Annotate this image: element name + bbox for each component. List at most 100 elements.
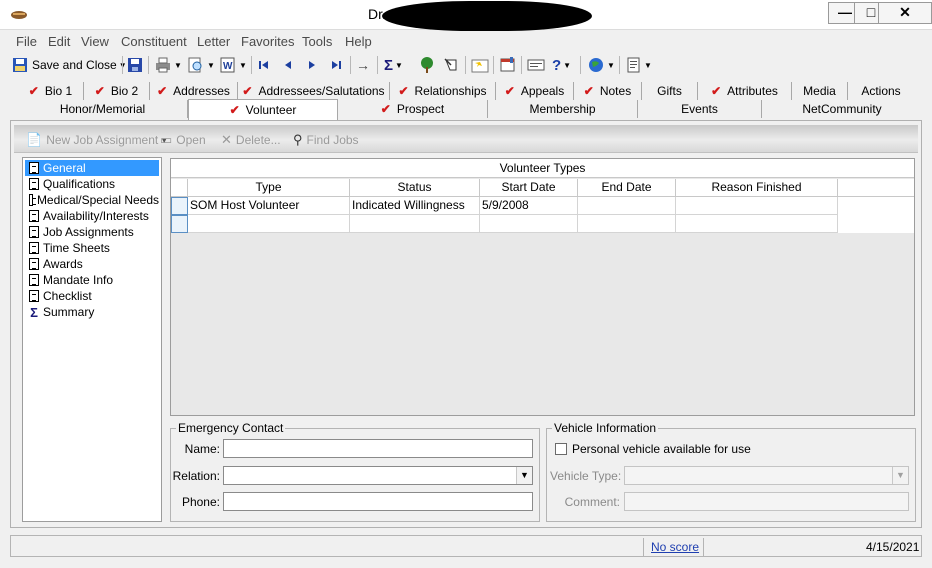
query-button[interactable]	[443, 55, 461, 75]
tab-bio-2[interactable]: ✔ Bio 2	[84, 82, 150, 100]
column-header-status[interactable]: Status	[350, 179, 480, 197]
summary-button[interactable]: Σ ▼	[384, 55, 403, 75]
tab-bio-1[interactable]: ✔ Bio 1	[18, 82, 84, 100]
title-bar: Dr... and Kati... — □ ✕	[0, 0, 932, 31]
tab-events[interactable]: Events	[638, 100, 762, 118]
nav-item-medical-special-needs[interactable]: Medical/Special Needs	[25, 192, 159, 208]
table-cell[interactable]	[578, 215, 676, 233]
card-button[interactable]	[527, 55, 545, 75]
row-selector[interactable]	[171, 215, 188, 233]
card-icon	[527, 59, 545, 71]
chevron-down-icon: ▼	[644, 60, 652, 70]
emergency-name-field[interactable]	[223, 439, 533, 458]
vehicle-comment-field[interactable]	[624, 492, 909, 511]
personal-vehicle-checkbox[interactable]	[555, 443, 567, 455]
save-button[interactable]	[127, 55, 143, 75]
tab-volunteer[interactable]: ✔ Volunteer	[188, 99, 338, 120]
tab-membership[interactable]: Membership	[488, 100, 638, 118]
tab-notes[interactable]: ✔ Notes	[574, 82, 642, 100]
tree-button[interactable]	[418, 55, 436, 75]
column-header-reason-finished[interactable]: Reason Finished	[676, 179, 838, 197]
emergency-relation-select[interactable]: ▼	[223, 466, 533, 485]
tab-relationships[interactable]: ✔ Relationships	[390, 82, 496, 100]
column-header-start-date[interactable]: Start Date	[480, 179, 578, 197]
row-selector[interactable]	[171, 197, 188, 215]
goto-button[interactable]: →	[356, 55, 370, 75]
open-button[interactable]: ▭ Open	[160, 132, 206, 148]
nav-item-awards[interactable]: Awards	[25, 256, 159, 272]
folder-button[interactable]	[471, 55, 489, 75]
score-link[interactable]: No score	[651, 540, 699, 554]
save-and-close-button[interactable]: Save and Close ▼	[12, 55, 127, 75]
menu-edit[interactable]: Edit	[48, 34, 70, 49]
open-icon: ▭	[160, 132, 173, 147]
close-button[interactable]: ✕	[878, 2, 932, 24]
menu-help[interactable]: Help	[345, 34, 372, 49]
app-icon	[11, 11, 27, 19]
table-cell[interactable]: Indicated Willingness	[350, 197, 480, 215]
nav-item-summary[interactable]: Σ Summary	[25, 304, 159, 320]
record-tabs: ✔ Bio 1 ✔ Bio 2 ✔ Addresses ✔ Addressees/Sal…	[10, 80, 922, 120]
tab-appeals[interactable]: ✔ Appeals	[496, 82, 574, 100]
help-button[interactable]: ? ▼	[552, 55, 571, 75]
word-button[interactable]: W ▼	[219, 55, 247, 75]
find-jobs-button[interactable]: ⚲ Find Jobs	[293, 132, 359, 148]
print-preview-button[interactable]: ▼	[187, 55, 215, 75]
tab-media[interactable]: Media	[792, 82, 848, 100]
check-icon: ✔	[94, 84, 105, 98]
previous-record-button[interactable]	[281, 55, 295, 75]
nav-item-job-assignments[interactable]: Job Assignments	[25, 224, 159, 240]
menu-tools[interactable]: Tools	[302, 34, 332, 49]
next-record-icon	[309, 61, 315, 69]
column-header-type[interactable]: Type	[188, 179, 350, 197]
goto-icon: →	[356, 57, 370, 73]
column-header-end-date[interactable]: End Date	[578, 179, 676, 197]
vehicle-type-select[interactable]: ▼	[624, 466, 909, 485]
nav-item-qualifications[interactable]: Qualifications	[25, 176, 159, 192]
menu-file[interactable]: File	[16, 34, 37, 49]
table-cell[interactable]	[350, 215, 480, 233]
menu-favorites[interactable]: Favorites	[241, 34, 294, 49]
nav-item-checklist[interactable]: Checklist	[25, 288, 159, 304]
nav-item-availability-interests[interactable]: Availability/Interests	[25, 208, 159, 224]
nav-item-time-sheets[interactable]: Time Sheets	[25, 240, 159, 256]
tab-addressees-salutations[interactable]: ✔ Addressees/Salutations	[238, 82, 390, 100]
globe-button[interactable]: ▼	[587, 55, 615, 75]
tab-attributes[interactable]: ✔ Attributes	[698, 82, 792, 100]
chevron-down-icon[interactable]: ▼	[516, 467, 532, 484]
emergency-phone-field[interactable]	[223, 492, 533, 511]
chevron-down-icon[interactable]: ▼	[892, 467, 908, 484]
tab-addresses[interactable]: ✔ Addresses	[150, 82, 238, 100]
table-cell[interactable]	[676, 197, 838, 215]
table-cell[interactable]	[578, 197, 676, 215]
tab-gifts[interactable]: Gifts	[642, 82, 698, 100]
table-cell[interactable]: SOM Host Volunteer	[188, 197, 350, 215]
volunteer-toolbar: 📄 New Job Assignment ▼ ▭ Open ✕ Delete..…	[14, 125, 918, 153]
last-record-button[interactable]	[329, 55, 343, 75]
nav-item-mandate-info[interactable]: Mandate Info	[25, 272, 159, 288]
new-job-assignment-button[interactable]: 📄 New Job Assignment ▼	[26, 132, 168, 148]
svg-text:W: W	[223, 61, 233, 72]
globe-icon	[589, 58, 603, 72]
menu-constituent[interactable]: Constituent	[121, 34, 187, 49]
table-cell[interactable]	[676, 215, 838, 233]
tab-netcommunity[interactable]: NetCommunity	[762, 100, 922, 118]
table-cell[interactable]	[480, 215, 578, 233]
document-icon	[29, 226, 39, 238]
print-button[interactable]: ▼	[154, 55, 182, 75]
table-cell[interactable]	[188, 215, 350, 233]
notepad-button[interactable]	[499, 55, 517, 75]
status-bar: No score 4/15/2021	[10, 535, 922, 557]
delete-button[interactable]: ✕ Delete...	[221, 132, 281, 148]
next-record-button[interactable]	[305, 55, 319, 75]
tab-prospect[interactable]: ✔ Prospect	[338, 100, 488, 118]
first-record-button[interactable]	[257, 55, 271, 75]
menu-view[interactable]: View	[81, 34, 109, 49]
page-button[interactable]: ▼	[626, 55, 652, 75]
nav-item-general[interactable]: General	[25, 160, 159, 176]
tab-honor-memorial[interactable]: Honor/Memorial	[18, 100, 188, 118]
table-cell[interactable]: 5/9/2008	[480, 197, 578, 215]
save-icon	[128, 58, 142, 72]
tab-actions[interactable]: Actions	[848, 82, 914, 100]
menu-letter[interactable]: Letter	[197, 34, 230, 49]
